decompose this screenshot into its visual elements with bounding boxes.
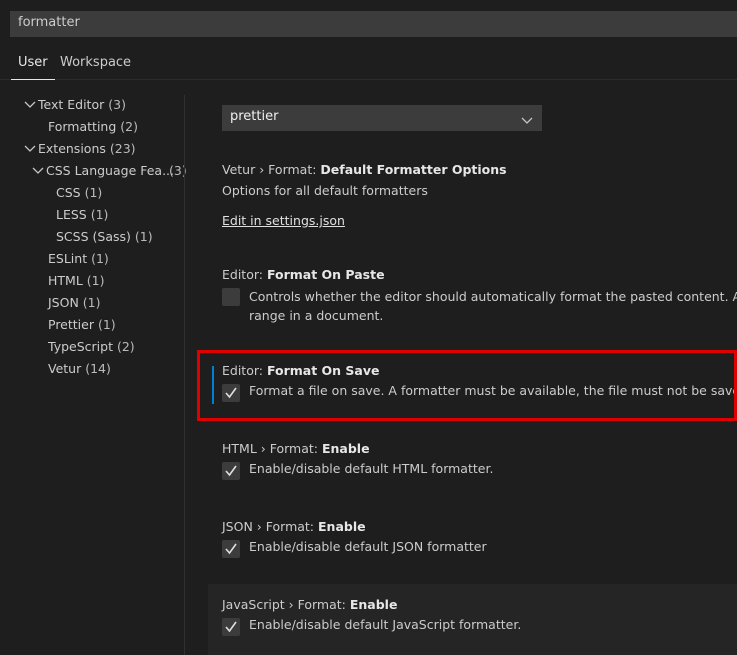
checkmark-icon bbox=[225, 387, 237, 399]
setting-format-on-save: Editor: Format On Save Format a file on … bbox=[222, 363, 737, 402]
tree-item-label: TypeScript bbox=[48, 339, 113, 354]
select-value: prettier bbox=[230, 109, 279, 124]
tree-item-extensions[interactable]: Extensions (23) bbox=[22, 138, 136, 160]
tree-item-label: LESS bbox=[56, 207, 87, 222]
setting-javascript-format-enable: JavaScript › Format: Enable Enable/disab… bbox=[222, 597, 521, 636]
tree-item-count: (14) bbox=[85, 361, 111, 376]
tree-item-count: (1) bbox=[134, 229, 153, 244]
default-formatter-select[interactable]: prettier bbox=[222, 105, 542, 131]
settings-list: prettier Vetur › Format: Default Formatt… bbox=[185, 80, 737, 655]
setting-vetur-default-formatter-options: Vetur › Format: Default Formatter Option… bbox=[222, 162, 507, 229]
settings-toc-tree: Text Editor (3) Formatting (2) Extension… bbox=[0, 80, 187, 655]
setting-category: JavaScript › Format: bbox=[222, 597, 350, 612]
setting-name: Format On Save bbox=[266, 363, 380, 378]
tree-item-count: (1) bbox=[90, 207, 109, 222]
tree-item-label: Vetur bbox=[48, 361, 82, 376]
setting-name: Format On Paste bbox=[266, 267, 385, 282]
tree-item-count: (23) bbox=[109, 141, 136, 156]
tree-item-eslint[interactable]: ESLint (1) bbox=[48, 248, 109, 270]
tree-item-text-editor[interactable]: Text Editor (3) bbox=[22, 94, 126, 116]
tree-item-label: Text Editor bbox=[38, 97, 105, 112]
chevron-down-icon bbox=[22, 94, 38, 116]
tree-item-vetur[interactable]: Vetur (14) bbox=[48, 358, 111, 380]
setting-name: Enable bbox=[349, 597, 398, 612]
tree-item-count: (1) bbox=[86, 273, 105, 288]
tree-item-label: Formatting bbox=[48, 119, 117, 134]
tree-item-label: HTML bbox=[48, 273, 83, 288]
tree-item-label: ESLint bbox=[48, 251, 88, 266]
chevron-down-icon bbox=[521, 114, 533, 129]
setting-title: HTML › Format: Enable bbox=[222, 441, 493, 456]
focus-indicator bbox=[212, 366, 214, 404]
tree-item-label: Prettier bbox=[48, 317, 94, 332]
setting-category: Vetur › Format: bbox=[222, 162, 321, 177]
tree-item-less[interactable]: LESS (1) bbox=[56, 204, 108, 226]
tree-item-count: (1) bbox=[82, 295, 101, 310]
setting-category: Editor: bbox=[222, 267, 267, 282]
description-line: Controls whether the editor should autom… bbox=[249, 289, 737, 304]
setting-category: HTML › Format: bbox=[222, 441, 322, 456]
setting-category: JSON › Format: bbox=[222, 519, 318, 534]
checkmark-icon bbox=[225, 465, 237, 477]
setting-title: Editor: Format On Paste bbox=[222, 267, 737, 282]
setting-description: Enable/disable default JSON formatter bbox=[249, 539, 487, 554]
setting-name: Enable bbox=[321, 441, 370, 456]
format-on-paste-checkbox[interactable] bbox=[222, 288, 240, 306]
settings-search-input[interactable]: formatter bbox=[10, 11, 737, 37]
setting-title: JSON › Format: Enable bbox=[222, 519, 487, 534]
tree-item-prettier[interactable]: Prettier (1) bbox=[48, 314, 116, 336]
tree-item-count: (2) bbox=[120, 119, 138, 134]
edit-in-settings-json-link[interactable]: Edit in settings.json bbox=[222, 213, 345, 228]
setting-title: Editor: Format On Save bbox=[222, 363, 737, 378]
tree-item-count: (2) bbox=[116, 339, 135, 354]
setting-description: Format a file on save. A formatter must … bbox=[249, 383, 737, 398]
tree-item-formatting[interactable]: Formatting (2) bbox=[48, 116, 138, 138]
setting-json-format-enable: JSON › Format: Enable Enable/disable def… bbox=[222, 519, 487, 558]
setting-format-on-paste: Editor: Format On Paste Controls whether… bbox=[222, 267, 737, 325]
tree-item-label: CSS bbox=[56, 185, 81, 200]
tree-item-css-language-features[interactable]: CSS Language Fea... (3) bbox=[30, 160, 187, 182]
settings-tabs: User Workspace bbox=[0, 44, 737, 80]
setting-html-format-enable: HTML › Format: Enable Enable/disable def… bbox=[222, 441, 493, 480]
html-format-enable-checkbox[interactable] bbox=[222, 462, 240, 480]
tree-item-label: CSS Language Fea... bbox=[46, 163, 175, 178]
format-on-save-checkbox[interactable] bbox=[222, 384, 240, 402]
tree-item-count: (3) bbox=[108, 97, 126, 112]
tree-item-label: SCSS (Sass) bbox=[56, 229, 131, 244]
tree-item-label: Extensions bbox=[38, 141, 106, 156]
search-value: formatter bbox=[18, 15, 80, 30]
setting-title: Vetur › Format: Default Formatter Option… bbox=[222, 162, 507, 177]
javascript-format-enable-checkbox[interactable] bbox=[222, 618, 240, 636]
setting-description: Enable/disable default JavaScript format… bbox=[249, 617, 522, 632]
setting-description: Options for all default formatters bbox=[222, 183, 428, 198]
tree-item-label: JSON bbox=[48, 295, 79, 310]
json-format-enable-checkbox[interactable] bbox=[222, 540, 240, 558]
chevron-down-icon bbox=[30, 160, 46, 182]
tree-item-typescript[interactable]: TypeScript (2) bbox=[48, 336, 135, 358]
setting-category: Editor: bbox=[222, 363, 267, 378]
checkmark-icon bbox=[225, 543, 237, 555]
setting-name: Default Formatter Options bbox=[320, 162, 507, 177]
tree-item-count: (1) bbox=[84, 185, 103, 200]
setting-description: Controls whether the editor should autom… bbox=[249, 287, 737, 325]
tree-item-json[interactable]: JSON (1) bbox=[48, 292, 101, 314]
chevron-down-icon bbox=[22, 138, 38, 160]
tree-item-count: (1) bbox=[91, 251, 109, 266]
tree-item-count: (1) bbox=[97, 317, 116, 332]
tree-item-html[interactable]: HTML (1) bbox=[48, 270, 105, 292]
tab-workspace[interactable]: Workspace bbox=[60, 55, 131, 70]
setting-name: Enable bbox=[318, 519, 366, 534]
tree-item-scss[interactable]: SCSS (Sass) (1) bbox=[56, 226, 153, 248]
tab-user[interactable]: User bbox=[11, 55, 55, 80]
description-line: range in a document. bbox=[249, 308, 384, 323]
setting-description: Enable/disable default HTML formatter. bbox=[249, 461, 494, 476]
checkmark-icon bbox=[225, 621, 237, 633]
setting-title: JavaScript › Format: Enable bbox=[222, 597, 521, 612]
tree-item-css[interactable]: CSS (1) bbox=[56, 182, 102, 204]
